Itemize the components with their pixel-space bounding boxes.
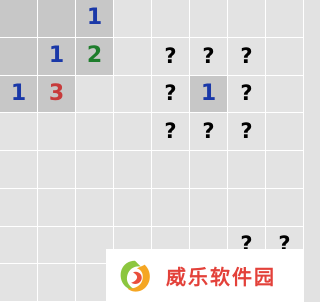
covered-cell[interactable]: [266, 151, 304, 189]
covered-cell[interactable]: [190, 188, 228, 227]
covered-cell[interactable]: [38, 113, 76, 151]
question-mark-cell[interactable]: ?: [152, 113, 190, 151]
covered-cell[interactable]: [114, 75, 152, 114]
covered-cell[interactable]: [190, 0, 228, 38]
covered-cell[interactable]: [38, 188, 76, 227]
covered-cell[interactable]: [0, 226, 38, 265]
covered-cell[interactable]: [228, 0, 266, 38]
covered-cell[interactable]: [0, 264, 38, 302]
swirl-logo-icon: [120, 260, 150, 292]
covered-cell[interactable]: [76, 151, 114, 189]
revealed-cell[interactable]: [0, 0, 38, 38]
question-mark-cell[interactable]: ?: [152, 75, 190, 114]
covered-cell[interactable]: [266, 188, 304, 227]
question-mark-cell[interactable]: ?: [228, 113, 266, 151]
covered-cell[interactable]: [266, 0, 304, 38]
covered-cell[interactable]: [266, 75, 304, 114]
covered-cell[interactable]: [38, 264, 76, 302]
number-cell[interactable]: 3: [38, 75, 76, 114]
covered-cell[interactable]: [76, 188, 114, 227]
covered-cell[interactable]: [266, 37, 304, 76]
covered-cell[interactable]: [114, 113, 152, 151]
covered-cell[interactable]: [228, 188, 266, 227]
revealed-cell[interactable]: [38, 0, 76, 38]
number-cell[interactable]: 1: [0, 75, 38, 114]
covered-cell[interactable]: [38, 151, 76, 189]
covered-cell[interactable]: [114, 188, 152, 227]
covered-cell[interactable]: [38, 226, 76, 265]
covered-cell[interactable]: [152, 188, 190, 227]
covered-cell[interactable]: [76, 75, 114, 114]
covered-cell[interactable]: [152, 151, 190, 189]
covered-cell[interactable]: [76, 113, 114, 151]
number-cell[interactable]: 1: [76, 0, 114, 38]
watermark-text: 威乐软件园: [166, 265, 276, 289]
question-mark-cell[interactable]: ?: [228, 75, 266, 114]
watermark: 威乐软件园: [106, 249, 304, 302]
covered-cell[interactable]: [0, 151, 38, 189]
covered-cell[interactable]: [228, 151, 266, 189]
covered-cell[interactable]: [0, 113, 38, 151]
covered-cell[interactable]: [152, 0, 190, 38]
covered-cell[interactable]: [0, 188, 38, 227]
number-cell[interactable]: 1: [190, 75, 228, 114]
revealed-cell[interactable]: [0, 37, 38, 76]
covered-cell[interactable]: [190, 151, 228, 189]
covered-cell[interactable]: [114, 0, 152, 38]
question-mark-cell[interactable]: ?: [152, 37, 190, 76]
covered-cell[interactable]: [114, 151, 152, 189]
number-cell[interactable]: 2: [76, 37, 114, 76]
question-mark-cell[interactable]: ?: [190, 37, 228, 76]
question-mark-cell[interactable]: ?: [228, 37, 266, 76]
number-cell[interactable]: 1: [38, 37, 76, 76]
covered-cell[interactable]: [114, 37, 152, 76]
question-mark-cell[interactable]: ?: [190, 113, 228, 151]
covered-cell[interactable]: [266, 113, 304, 151]
